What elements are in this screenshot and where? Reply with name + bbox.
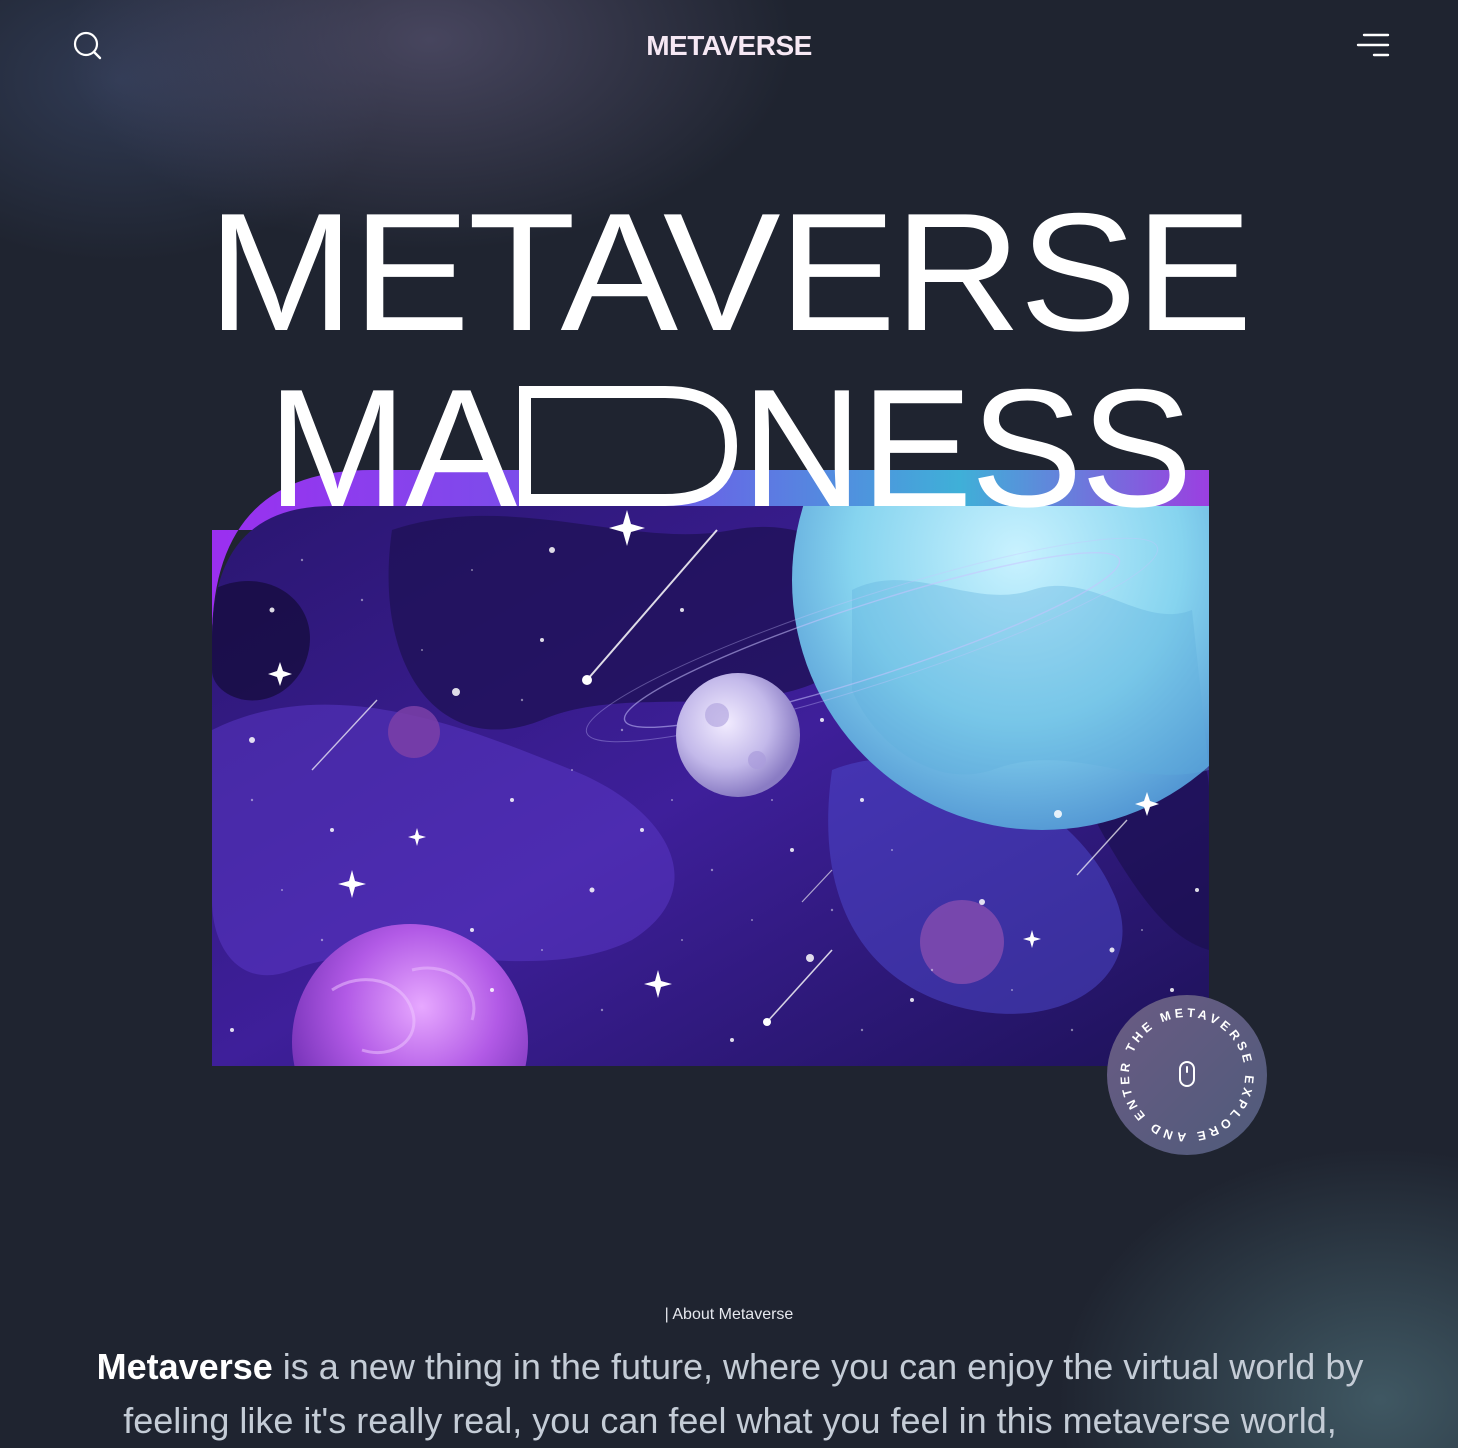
hero-title-line1: METAVERSE (207, 178, 1253, 366)
hero-title-part-right: NESS (741, 354, 1192, 542)
brand-logo[interactable]: METAVERSE (0, 30, 1458, 62)
hero-d-shape (515, 386, 741, 506)
space-illustration (212, 470, 1209, 1066)
page: METAVERSE METAVERSE MA NESS EXPLORE AND … (0, 0, 1458, 1448)
mouse-icon (1178, 1060, 1196, 1088)
hero-title-part-left: MA (267, 354, 517, 542)
about-body-text: is a new thing in the future, where you … (123, 1346, 1364, 1441)
hero-title-line2: MA NESS (0, 364, 1458, 532)
header: METAVERSE (0, 0, 1458, 100)
about-highlight: Metaverse (96, 1346, 273, 1387)
menu-icon[interactable] (1356, 32, 1390, 58)
about-paragraph: Metaverse is a new thing in the future, … (40, 1340, 1420, 1448)
about-section-label: | About Metaverse (664, 1306, 794, 1323)
explore-badge-button[interactable]: EXPLORE AND ENTER THE METAVERSE (1106, 994, 1268, 1156)
